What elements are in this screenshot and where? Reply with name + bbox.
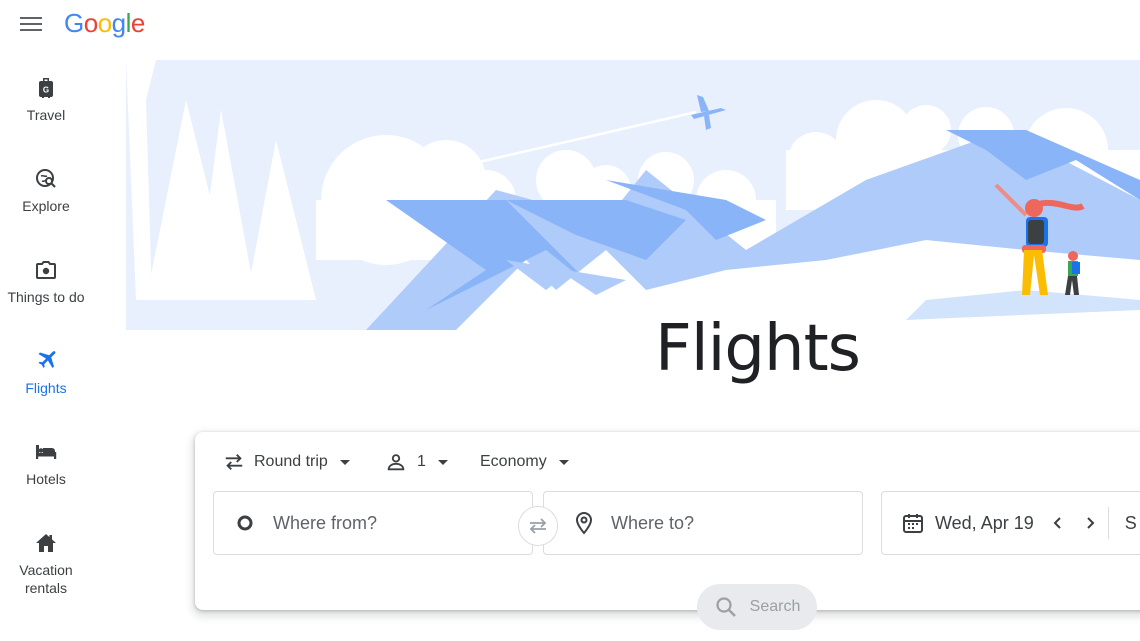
sidebar-item-travel[interactable]: G Travel	[0, 76, 92, 124]
luggage-icon: G	[39, 78, 53, 98]
house-icon	[36, 534, 56, 552]
swap-arrows-icon	[225, 454, 243, 470]
destination-placeholder: Where to?	[611, 512, 695, 533]
origin-placeholder: Where from?	[273, 512, 378, 533]
swap-locations-button[interactable]	[518, 506, 558, 546]
cabin-class-select[interactable]: Economy	[480, 450, 569, 474]
sidebar-item-vacation-rentals[interactable]: Vacation rentals	[0, 531, 92, 597]
search-icon	[716, 597, 736, 617]
chevron-down-icon	[558, 459, 569, 465]
passengers-select[interactable]: 1	[385, 450, 448, 474]
google-logo[interactable]: Google	[64, 8, 145, 39]
bed-icon	[36, 445, 57, 459]
search-label: Search	[749, 598, 801, 615]
person-icon	[387, 454, 405, 471]
chevron-down-icon	[339, 459, 350, 465]
sidebar-item-label: Things to do	[7, 289, 85, 305]
camera-icon	[36, 261, 56, 279]
chevron-left-icon[interactable]	[1050, 515, 1066, 531]
location-pin-icon	[575, 511, 593, 535]
logo-letter: o	[97, 8, 112, 38]
sidebar-item-things-to-do[interactable]: Things to do	[0, 258, 92, 306]
chevron-down-icon	[437, 459, 448, 465]
sidebar-item-label: Travel	[26, 107, 66, 123]
calendar-icon	[903, 514, 923, 533]
origin-field[interactable]: Where from?	[213, 491, 533, 555]
cabin-class-label: Economy	[480, 453, 547, 470]
trip-type-select[interactable]: Round trip	[223, 450, 350, 474]
explore-icon	[36, 169, 56, 188]
mountains-illustration	[126, 60, 1140, 330]
flight-search-card: Round trip 1 Economy Where from? Where t…	[195, 432, 1140, 630]
swap-icon	[529, 518, 547, 534]
destination-field[interactable]: Where to?	[543, 491, 863, 555]
trip-type-label: Round trip	[254, 453, 328, 470]
depart-date: Wed, Apr 19	[935, 512, 1034, 533]
date-divider	[1107, 507, 1109, 539]
chevron-right-icon[interactable]	[1082, 515, 1098, 531]
logo-letter: e	[130, 8, 145, 38]
origin-circle-icon	[237, 515, 253, 531]
top-bar: Google	[0, 0, 1140, 48]
sidebar-item-label: Vacation rentals	[19, 562, 73, 596]
sidebar-item-hotels[interactable]: Hotels	[0, 440, 92, 488]
search-button[interactable]: Search	[697, 584, 817, 630]
sidebar-item-label: Explore	[22, 198, 70, 214]
menu-icon[interactable]	[20, 14, 46, 34]
logo-letter: G	[64, 8, 84, 38]
return-date[interactable]: S	[1125, 513, 1137, 534]
logo-letter: g	[111, 8, 126, 38]
date-field[interactable]: Wed, Apr 19 S	[881, 491, 1140, 555]
logo-letter: o	[83, 8, 98, 38]
svg-text:G: G	[43, 86, 49, 95]
sidebar-item-explore[interactable]: Explore	[0, 167, 92, 215]
page-title: Flights	[655, 312, 861, 386]
sidebar-item-label: Hotels	[26, 471, 66, 487]
hero-illustration	[126, 60, 1140, 330]
passengers-count: 1	[417, 453, 426, 470]
